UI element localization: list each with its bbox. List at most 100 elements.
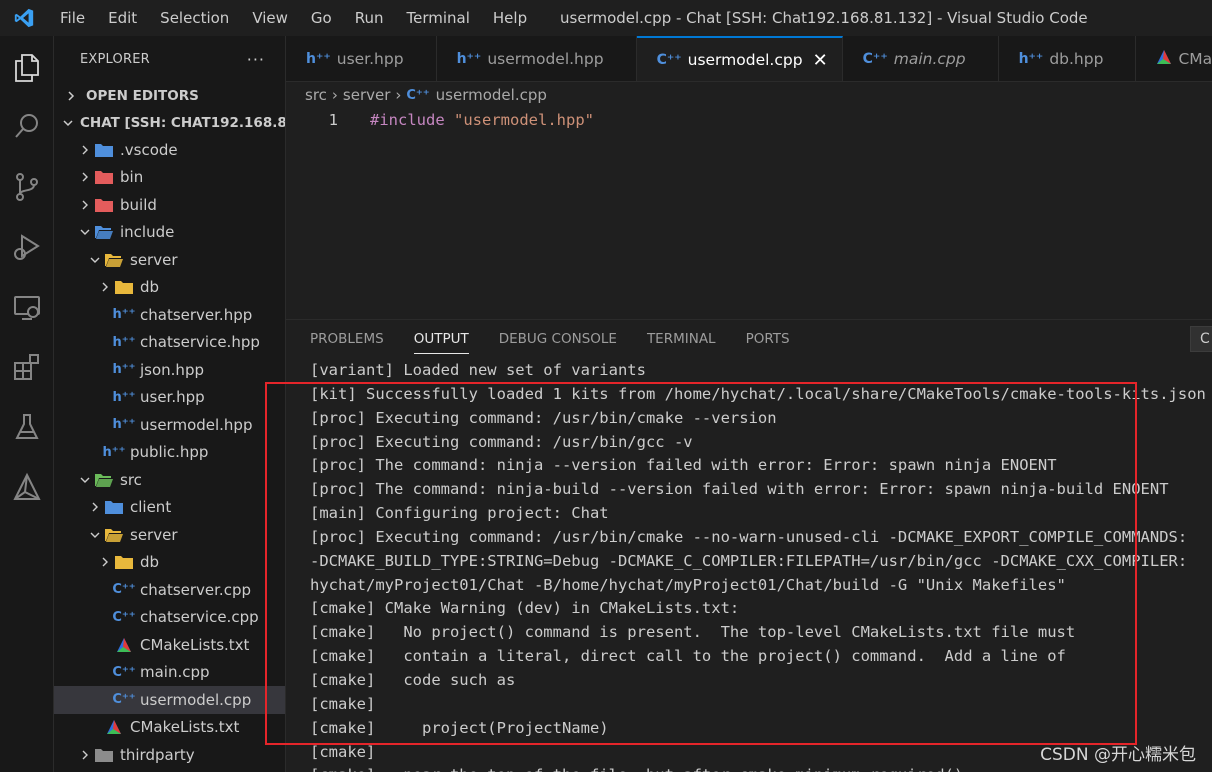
code-line[interactable]: 1 #include "usermodel.hpp" [286,108,1212,132]
tab-problems[interactable]: PROBLEMS [310,320,384,358]
chevron-down-icon [62,114,74,132]
tree-folder[interactable]: include [54,219,285,247]
testing-icon[interactable] [7,407,47,447]
sidebar-title: EXPLORER [80,51,150,67]
hpp-file-icon: h⁺⁺ [1018,51,1044,67]
tree-file[interactable]: C⁺⁺ chatserver.cpp [54,576,285,604]
chevron-down-icon [86,526,104,544]
tree-file[interactable]: CMakeLists.txt [54,631,285,659]
code-text[interactable]: #include "usermodel.hpp" [370,111,594,129]
folder-icon [104,498,124,516]
tree-file[interactable]: h⁺⁺ usermodel.hpp [54,411,285,439]
tree-item-label: usermodel.cpp [140,690,252,709]
tree-item-label: thirdparty [120,745,195,764]
search-icon[interactable] [7,106,47,146]
tree-folder[interactable]: .vscode [54,136,285,164]
editor-tab[interactable]: h⁺⁺ db.hpp [999,36,1137,81]
tab-terminal[interactable]: TERMINAL [647,320,716,358]
open-editors-section[interactable]: OPEN EDITORS [54,82,285,109]
cmake-file-icon [1156,49,1172,69]
cmake-file-icon [104,718,124,736]
breadcrumb-src[interactable]: src [305,86,327,104]
tab-debug-console[interactable]: DEBUG CONSOLE [499,320,617,358]
editor-tab-label: db.hpp [1049,50,1104,68]
menu-file[interactable]: File [48,0,96,36]
menu-run[interactable]: Run [343,0,395,36]
editor-tab-label: usermodel.hpp [487,50,604,68]
tree-folder[interactable]: db [54,549,285,577]
source-control-icon[interactable] [7,167,47,207]
remote-explorer-icon[interactable] [7,288,47,328]
tree-item-label: json.hpp [140,360,204,379]
hpp-file-icon: h⁺⁺ [112,334,136,350]
explorer-icon[interactable] [7,48,47,88]
editor-tab[interactable]: h⁺⁺ usermodel.hpp [437,36,637,81]
run-debug-icon[interactable] [7,227,47,267]
tree-folder[interactable]: server [54,521,285,549]
tree-file[interactable]: h⁺⁺ chatserver.hpp [54,301,285,329]
folder-icon [94,141,114,159]
cpp-file-icon: C⁺⁺ [656,52,682,68]
tree-item-label: client [130,498,172,517]
tree-item-label: CMakeLists.txt [140,635,250,654]
output-channel-select[interactable]: C [1190,326,1212,352]
tree-folder[interactable]: client [54,494,285,522]
tree-item-label: .vscode [120,140,178,159]
breadcrumb-server[interactable]: server [343,86,390,104]
vscode-logo-icon [0,0,48,36]
tree-file[interactable]: h⁺⁺ json.hpp [54,356,285,384]
menu-go[interactable]: Go [299,0,343,36]
workspace-section[interactable]: CHAT [SSH: CHAT192.168.81.... [54,109,285,136]
hpp-file-icon: h⁺⁺ [102,444,126,460]
menu-edit[interactable]: Edit [96,0,148,36]
output-line: [proc] Executing command: /usr/bin/cmake… [310,527,1188,546]
tree-file[interactable]: C⁺⁺ main.cpp [54,659,285,687]
tree-item-label: build [120,195,157,214]
tab-output[interactable]: OUTPUT [413,320,469,358]
output-line: [kit] Successfully loaded 1 kits from /h… [310,384,1206,403]
explorer-sidebar: EXPLORER ··· OPEN EDITORS CHAT [SSH: CHA… [54,36,286,772]
output-line: [proc] Executing command: /usr/bin/gcc -… [310,432,693,451]
breadcrumb-file[interactable]: usermodel.cpp [436,86,547,104]
tree-item-label: server [130,250,178,269]
close-icon[interactable]: ✕ [813,50,828,71]
extensions-icon[interactable] [7,347,47,387]
menu-terminal[interactable]: Terminal [395,0,481,36]
tree-folder[interactable]: thirdparty [54,741,285,769]
tree-folder[interactable]: server [54,246,285,274]
more-actions-icon[interactable]: ··· [247,50,265,69]
tree-file[interactable]: CMakeLists.txt [54,714,285,742]
tree-item-label: usermodel.hpp [140,415,253,434]
tree-folder[interactable]: bin [54,164,285,192]
cpp-file-icon: C⁺⁺ [112,664,136,680]
tree-folder[interactable]: db [54,274,285,302]
tree-file[interactable]: h⁺⁺ user.hpp [54,384,285,412]
output-line: [proc] The command: ninja-build --versio… [310,480,1169,499]
menu-view[interactable]: View [240,0,299,36]
tree-item-label: CMakeLists.txt [130,718,240,737]
tree-folder[interactable]: build [54,191,285,219]
tree-folder[interactable]: src [54,466,285,494]
editor-tab[interactable]: CMakeLi [1136,36,1212,81]
window-title: usermodel.cpp - Chat [SSH: Chat192.168.8… [560,9,1088,27]
editor-tab[interactable]: C⁺⁺ usermodel.cpp ✕ [636,36,843,81]
tree-file[interactable]: C⁺⁺ usermodel.cpp [54,686,285,714]
editor-tab[interactable]: h⁺⁺ user.hpp [286,36,437,81]
tree-file[interactable]: C⁺⁺ chatservice.cpp [54,604,285,632]
folder-icon [114,553,134,571]
chevron-right-icon [86,498,104,516]
tree-file[interactable]: h⁺⁺ public.hpp [54,439,285,467]
menu-selection[interactable]: Selection [148,0,240,36]
tree-file[interactable]: h⁺⁺ chatservice.hpp [54,329,285,357]
menu-help[interactable]: Help [481,0,538,36]
cmake-icon[interactable] [7,467,47,507]
editor-tab[interactable]: C⁺⁺ main.cpp [843,36,999,81]
tab-ports[interactable]: PORTS [746,320,790,358]
